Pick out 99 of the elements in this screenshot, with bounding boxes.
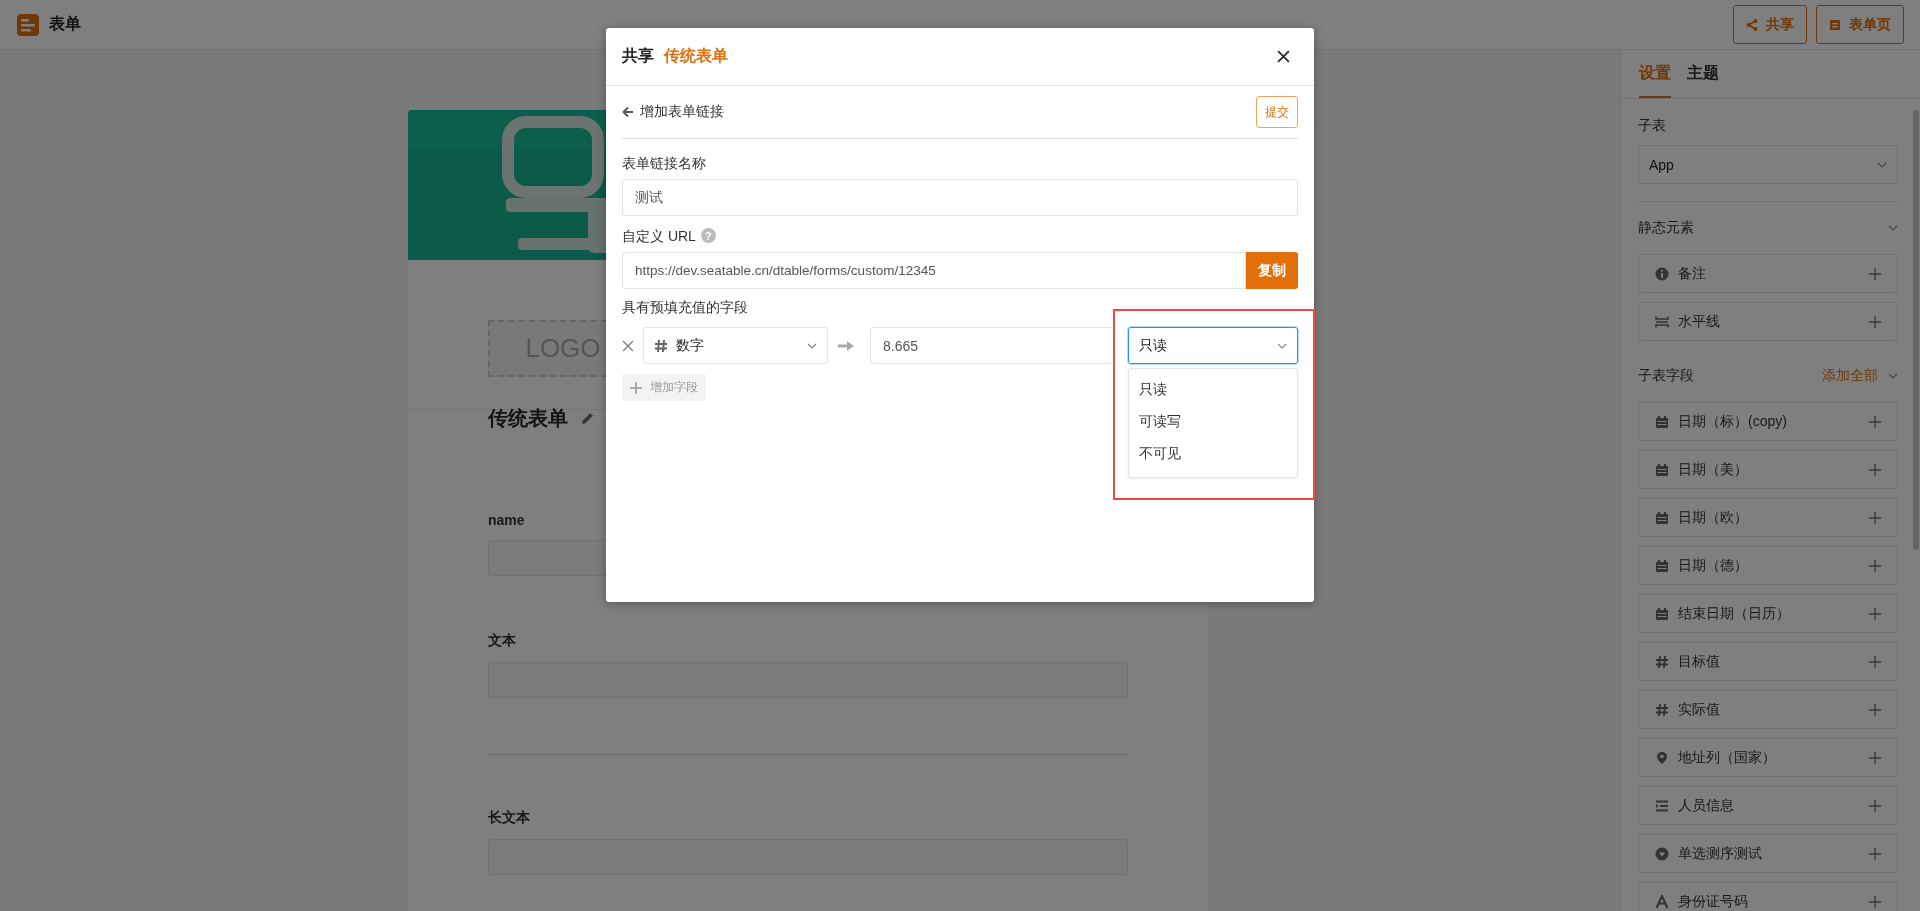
field-label: 目标值	[1678, 652, 1721, 671]
section-title: 子表字段	[1638, 367, 1695, 385]
plus-icon[interactable]	[1869, 703, 1881, 716]
field-item[interactable]: 人员信息	[1638, 786, 1898, 825]
field-label: 地址列（国家）	[1678, 748, 1777, 767]
hash-icon	[1655, 654, 1669, 669]
field-label: 日期（美）	[1678, 460, 1749, 479]
plus-icon[interactable]	[1869, 511, 1881, 524]
field-label: 实际值	[1678, 700, 1721, 719]
field-item[interactable]: 日期（标）(copy)	[1638, 402, 1898, 441]
permission-select[interactable]: 只读	[1128, 327, 1298, 364]
plus-icon[interactable]	[1869, 607, 1881, 620]
menu-option[interactable]: 只读	[1129, 373, 1297, 405]
url-field[interactable]: https://dev.seatable.cn/dtable/forms/custom/12345	[622, 252, 1246, 289]
plus-icon[interactable]	[1869, 799, 1881, 812]
field-select[interactable]: 数字	[643, 327, 828, 364]
field-label: 自定义 URL	[622, 228, 696, 246]
field-item[interactable]: 日期（德）	[1638, 546, 1898, 585]
field-label: 身份证号码	[1678, 892, 1749, 911]
element-label: 备注	[1678, 264, 1707, 283]
field-item[interactable]: 身份证号码	[1638, 882, 1898, 911]
copy-button[interactable]: 复制	[1246, 252, 1298, 289]
section-label: 子表	[1638, 117, 1667, 135]
plus-icon	[630, 381, 642, 394]
field-label: name	[488, 512, 526, 528]
calendar-icon	[1655, 462, 1669, 477]
element-item[interactable]: 备注	[1638, 254, 1898, 293]
info-icon	[1655, 266, 1669, 281]
link-name-field[interactable]: 测试	[622, 179, 1298, 216]
field-item[interactable]: 日期（美）	[1638, 450, 1898, 489]
page-icon	[1829, 18, 1841, 31]
subtable-select[interactable]: App	[1638, 145, 1898, 184]
plus-icon[interactable]	[1869, 415, 1881, 428]
field-label: 结束日期（日历）	[1678, 604, 1791, 623]
plus-icon[interactable]	[1869, 895, 1881, 908]
element-item[interactable]: 水平线	[1638, 302, 1898, 341]
field-label: 日期（标）(copy)	[1678, 412, 1788, 431]
field-item[interactable]: 单选测序测试	[1638, 834, 1898, 873]
plus-icon[interactable]	[1869, 847, 1881, 860]
form-name: 传统表单	[664, 46, 728, 66]
share-button[interactable]: 共享	[1733, 5, 1807, 44]
arrow-icon	[838, 340, 854, 351]
section-title: 静态元素	[1638, 219, 1695, 237]
hash-icon	[654, 338, 668, 353]
field-label: 单选测序测试	[1678, 844, 1763, 863]
field-label: 具有预填充值的字段	[622, 299, 749, 317]
field-label: 表单链接名称	[622, 155, 707, 173]
panel-tab[interactable]: 设置	[1639, 50, 1671, 98]
list-icon	[1655, 798, 1669, 813]
field-item[interactable]: 地址列（国家）	[1638, 738, 1898, 777]
scrollbar[interactable]	[1913, 110, 1919, 550]
plus-icon[interactable]	[1869, 315, 1881, 328]
field-item[interactable]: 日期（欧）	[1638, 498, 1898, 537]
field-item[interactable]: 目标值	[1638, 642, 1898, 681]
calendar-icon	[1655, 510, 1669, 525]
add-field-button[interactable]: 增加字段	[622, 374, 706, 401]
app-title: 表单	[49, 14, 81, 34]
caret-icon	[1888, 225, 1898, 231]
dropdown-circle-icon	[1655, 846, 1669, 861]
location-pin-icon	[1655, 750, 1669, 765]
panel-tab[interactable]: 主题	[1687, 50, 1719, 98]
plus-icon[interactable]	[1869, 655, 1881, 668]
field-item[interactable]: 实际值	[1638, 690, 1898, 729]
field-label: 文本	[488, 632, 517, 650]
field-label: 长文本	[488, 809, 531, 827]
close-icon[interactable]	[1277, 50, 1290, 63]
menu-option[interactable]: 可读写	[1129, 405, 1297, 437]
field-item[interactable]: 结束日期（日历）	[1638, 594, 1898, 633]
add-all-link[interactable]: 添加全部	[1822, 367, 1878, 385]
calendar-icon	[1655, 558, 1669, 573]
field-label: 日期（欧）	[1678, 508, 1749, 527]
hash-icon	[1655, 702, 1669, 717]
field-label: 人员信息	[1678, 796, 1735, 815]
horizontal-line-icon	[1655, 314, 1669, 329]
form-title: 传统表单	[488, 406, 568, 431]
caret-icon	[1877, 161, 1887, 168]
caret-icon	[807, 342, 817, 349]
form-app-icon	[17, 13, 39, 36]
plus-icon[interactable]	[1869, 463, 1881, 476]
form-page-button[interactable]: 表单页	[1816, 5, 1904, 44]
menu-option[interactable]: 不可见	[1129, 437, 1297, 469]
caret-icon	[1277, 342, 1287, 349]
back-arrow-icon	[622, 106, 634, 118]
dialog-title: 共享	[622, 46, 654, 66]
calendar-icon	[1655, 606, 1669, 621]
plus-icon[interactable]	[1869, 267, 1881, 280]
caret-icon	[1888, 373, 1898, 379]
value-field[interactable]: 8.665	[870, 327, 1115, 364]
calendar-icon	[1655, 414, 1669, 429]
element-label: 水平线	[1678, 312, 1721, 331]
pencil-icon[interactable]	[580, 411, 595, 426]
letter-a-icon	[1655, 894, 1669, 909]
remove-icon[interactable]	[622, 339, 634, 352]
submit-button[interactable]: 提交	[1256, 96, 1298, 128]
field-label: 日期（德）	[1678, 556, 1749, 575]
plus-icon[interactable]	[1869, 751, 1881, 764]
share-icon	[1746, 18, 1758, 31]
plus-icon[interactable]	[1869, 559, 1881, 572]
back-button[interactable]: 增加表单链接	[622, 103, 724, 121]
